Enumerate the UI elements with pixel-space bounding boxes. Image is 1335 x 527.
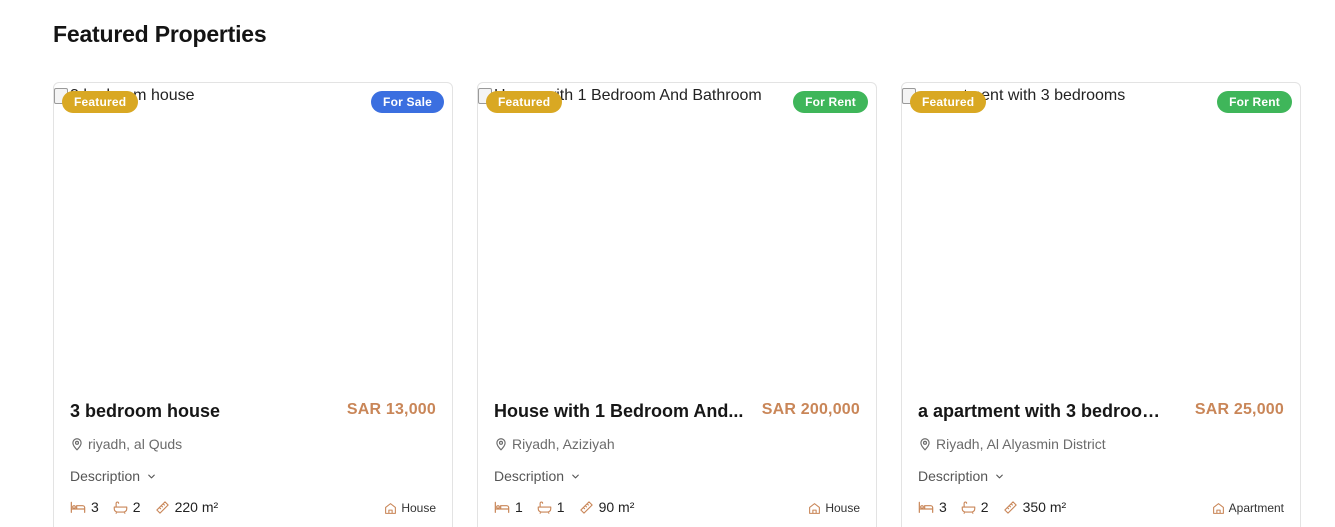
location-text: Riyadh, Aziziyah bbox=[512, 436, 615, 452]
property-features: 3 2 220 m² bbox=[70, 499, 232, 515]
property-image[interactable]: 3 bedroom house Featured For Sale bbox=[54, 83, 452, 377]
bedrooms-feature: 3 bbox=[918, 499, 947, 515]
property-features: 1 1 90 m² bbox=[494, 499, 648, 515]
area-feature: 350 m² bbox=[1003, 499, 1067, 515]
bed-icon bbox=[494, 501, 510, 513]
home-icon bbox=[809, 502, 821, 514]
property-features: 3 2 350 m² bbox=[918, 499, 1080, 515]
bedrooms-feature: 1 bbox=[494, 499, 523, 515]
featured-badge: Featured bbox=[486, 91, 563, 113]
property-card[interactable]: 3 bedroom house Featured For Sale 3 bedr… bbox=[53, 82, 453, 527]
property-price: SAR 13,000 bbox=[346, 401, 436, 418]
property-location: Riyadh, Aziziyah bbox=[494, 436, 615, 452]
map-pin-icon bbox=[920, 438, 930, 451]
property-location: riyadh, al Quds bbox=[70, 436, 182, 452]
bathrooms-feature: 2 bbox=[961, 499, 989, 515]
bathrooms-feature: 1 bbox=[537, 499, 565, 515]
bedrooms-count: 1 bbox=[515, 499, 523, 515]
ruler-icon bbox=[155, 500, 169, 514]
chevron-down-icon bbox=[572, 474, 579, 478]
home-icon bbox=[1212, 502, 1224, 514]
location-text: Riyadh, Al Alyasmin District bbox=[936, 436, 1106, 452]
status-badge: For Rent bbox=[1217, 91, 1292, 113]
bedrooms-feature: 3 bbox=[70, 499, 99, 515]
status-badge: For Sale bbox=[371, 91, 444, 113]
property-type-label: House bbox=[401, 501, 436, 515]
property-card-list: 3 bedroom house Featured For Sale 3 bedr… bbox=[53, 82, 1301, 527]
home-icon bbox=[385, 502, 397, 514]
description-label: Description bbox=[494, 468, 565, 484]
area-value: 350 m² bbox=[1022, 499, 1067, 515]
property-title[interactable]: House with 1 Bedroom And... bbox=[494, 401, 744, 422]
bathrooms-count: 1 bbox=[556, 499, 565, 515]
area-feature: 90 m² bbox=[579, 499, 635, 515]
featured-badge: Featured bbox=[62, 91, 139, 113]
property-location: Riyadh, Al Alyasmin District bbox=[918, 436, 1106, 452]
bath-icon bbox=[113, 501, 128, 514]
property-type: House bbox=[808, 501, 860, 515]
ruler-icon bbox=[579, 500, 593, 514]
bedrooms-count: 3 bbox=[939, 499, 947, 515]
property-image[interactable]: House with 1 Bedroom And Bathroom Featur… bbox=[478, 83, 876, 377]
property-title[interactable]: 3 bedroom house bbox=[70, 401, 320, 422]
bed-icon bbox=[918, 501, 934, 513]
bathrooms-count: 2 bbox=[132, 499, 141, 515]
property-type-label: Apartment bbox=[1228, 501, 1284, 515]
property-card[interactable]: a apartment with 3 bedrooms Featured For… bbox=[901, 82, 1301, 527]
property-image[interactable]: a apartment with 3 bedrooms Featured For… bbox=[902, 83, 1300, 377]
chevron-down-icon bbox=[148, 474, 155, 478]
description-label: Description bbox=[918, 468, 989, 484]
area-value: 220 m² bbox=[174, 499, 219, 515]
property-card[interactable]: House with 1 Bedroom And Bathroom Featur… bbox=[477, 82, 877, 527]
bath-icon bbox=[537, 501, 552, 514]
property-title[interactable]: a apartment with 3 bedrooms bbox=[918, 401, 1168, 422]
area-feature: 220 m² bbox=[155, 499, 219, 515]
map-pin-icon bbox=[496, 438, 506, 451]
description-toggle[interactable]: Description bbox=[494, 468, 581, 484]
map-pin-icon bbox=[72, 438, 82, 451]
property-type: Apartment bbox=[1212, 501, 1284, 515]
featured-badge: Featured bbox=[910, 91, 987, 113]
status-badge: For Rent bbox=[793, 91, 868, 113]
description-toggle[interactable]: Description bbox=[918, 468, 1005, 484]
property-type: House bbox=[384, 501, 436, 515]
area-value: 90 m² bbox=[598, 499, 635, 515]
description-toggle[interactable]: Description bbox=[70, 468, 157, 484]
property-price: SAR 25,000 bbox=[1194, 401, 1284, 418]
bath-icon bbox=[961, 501, 976, 514]
property-type-label: House bbox=[825, 501, 860, 515]
location-text: riyadh, al Quds bbox=[88, 436, 183, 452]
section-title: Featured Properties bbox=[53, 21, 267, 47]
ruler-icon bbox=[1003, 500, 1017, 514]
bed-icon bbox=[70, 501, 86, 513]
chevron-down-icon bbox=[996, 474, 1003, 478]
property-price: SAR 200,000 bbox=[761, 401, 860, 418]
bathrooms-count: 2 bbox=[980, 499, 989, 515]
bathrooms-feature: 2 bbox=[113, 499, 141, 515]
bedrooms-count: 3 bbox=[91, 499, 99, 515]
description-label: Description bbox=[70, 468, 141, 484]
